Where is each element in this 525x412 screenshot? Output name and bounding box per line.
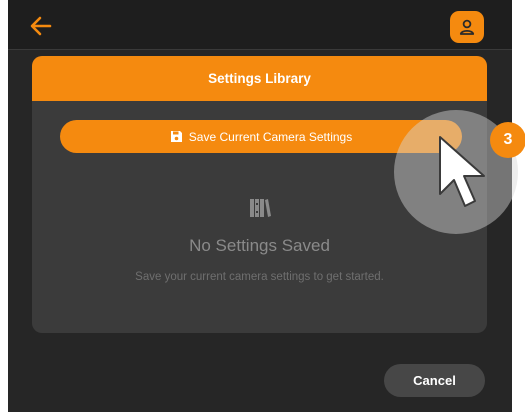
empty-state-subtitle: Save your current camera settings to get… — [135, 271, 384, 283]
user-icon — [459, 19, 475, 35]
dialog-title: Settings Library — [208, 71, 311, 86]
profile-button[interactable] — [450, 11, 484, 43]
pointer-cursor-icon — [439, 136, 485, 207]
cancel-button-label: Cancel — [413, 373, 456, 388]
save-button-label: Save Current Camera Settings — [188, 129, 353, 144]
step-number: 3 — [503, 131, 513, 148]
dialog-header: Settings Library — [32, 56, 487, 101]
back-button[interactable] — [28, 13, 54, 39]
top-bar — [8, 0, 512, 50]
arrow-left-icon — [30, 16, 52, 36]
floppy-disk-icon — [170, 130, 183, 143]
step-number-badge: 3 — [490, 122, 525, 158]
cancel-button[interactable]: Cancel — [384, 364, 485, 397]
empty-state-title: No Settings Saved — [189, 236, 330, 255]
